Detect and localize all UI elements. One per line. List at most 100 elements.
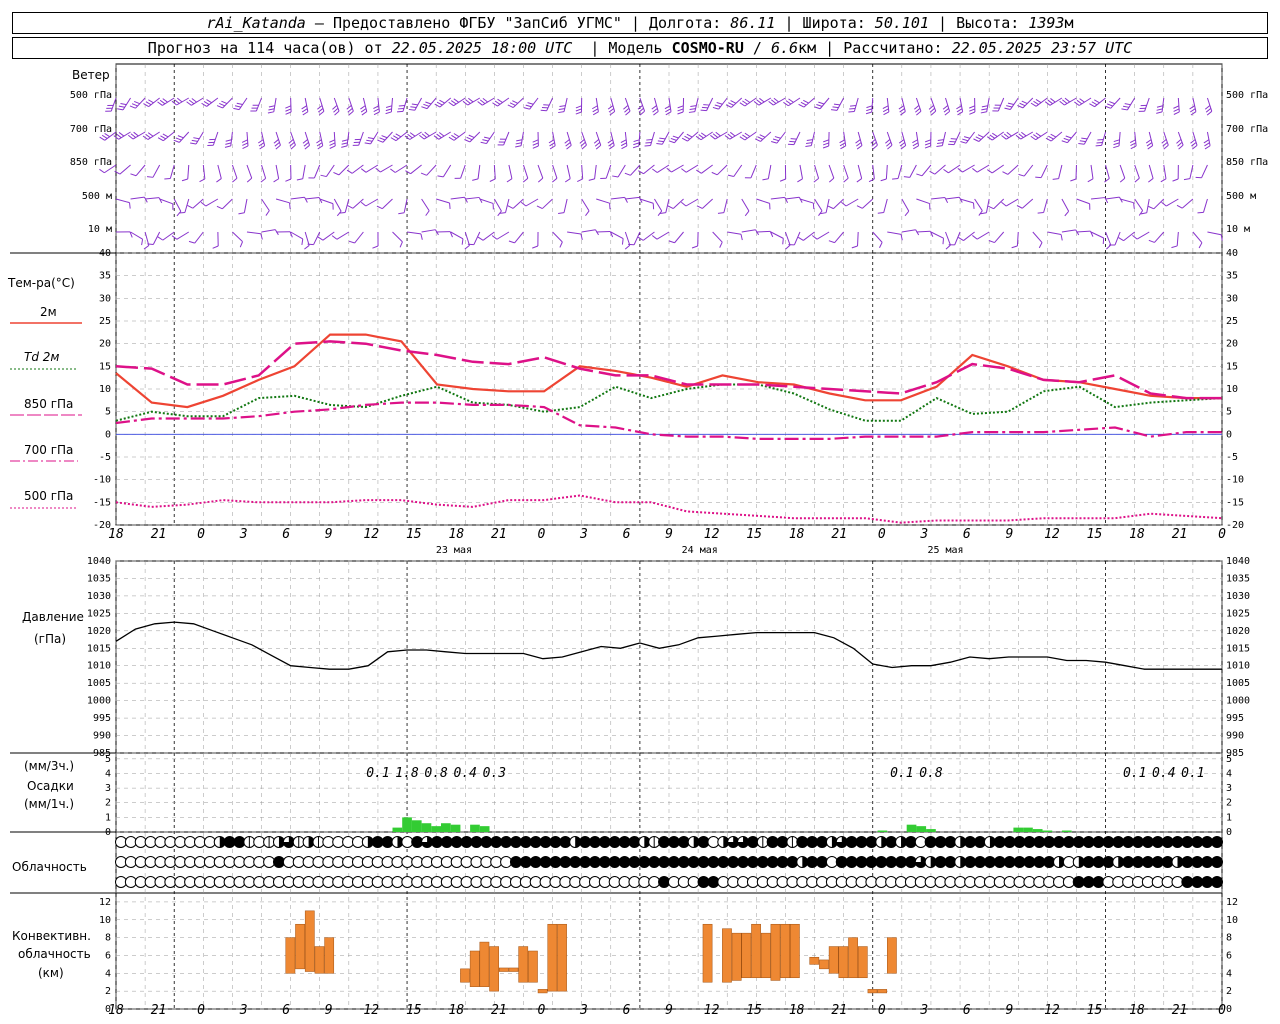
wind-barb-staff <box>169 164 175 179</box>
wind-barb-staff <box>986 97 990 112</box>
wind-barb-staff <box>1201 164 1208 178</box>
wind-barb-feather <box>877 212 884 214</box>
x-hour-label: 6 <box>282 527 290 542</box>
wind-barb-staff <box>453 131 466 141</box>
wind-barb-staff <box>1058 164 1063 179</box>
wind-barb-feather <box>1019 102 1026 107</box>
wind-barb-feather <box>1052 178 1059 180</box>
cloud-circle <box>934 856 947 868</box>
wind-barb-feather <box>727 174 734 177</box>
wind-barb-feather <box>1030 135 1036 141</box>
cloud-circle <box>993 856 1006 868</box>
cloud-circle <box>1092 856 1105 868</box>
wind-barb-feather <box>1148 205 1155 210</box>
wind-barb-feather <box>203 100 210 105</box>
wind-barb-feather <box>1096 141 1103 144</box>
wind-barb-feather <box>944 110 950 116</box>
wind-barb-feather <box>395 133 402 138</box>
wind-barb-feather <box>593 139 600 144</box>
cloud-circle <box>134 836 147 848</box>
wind-barb-feather <box>537 177 544 183</box>
wind-barb-feather <box>267 111 274 114</box>
wind-barb-feather <box>1087 178 1094 183</box>
cloud-circle <box>885 836 898 848</box>
wind-barb-feather <box>515 145 522 148</box>
cloud-circle <box>1102 876 1115 888</box>
wind-barb-feather <box>664 105 671 110</box>
wind-barb-feather <box>99 136 105 141</box>
conv-tick-left: 10 <box>99 915 111 926</box>
cloud-circle <box>806 856 819 868</box>
wind-barb-staff <box>1047 231 1062 236</box>
wind-barb-feather <box>667 205 674 209</box>
wind-barb-staff <box>733 164 743 177</box>
wind-barb-feather <box>1065 135 1072 139</box>
wind-barb-feather <box>851 245 858 249</box>
prec-tick-left: 3 <box>105 783 111 794</box>
wind-barb-feather <box>1018 133 1024 138</box>
wind-barb-feather <box>715 131 721 137</box>
convective-bar <box>460 968 470 983</box>
wind-barb-feather <box>146 176 154 178</box>
wind-barb-feather <box>797 178 803 183</box>
wind-barb-staff <box>727 231 742 235</box>
wind-barb-feather <box>800 101 807 106</box>
convective-bar <box>828 946 839 974</box>
prec-tick-left: 0 <box>105 827 111 838</box>
cloud-circle <box>322 876 335 888</box>
wind-barb-staff <box>336 231 350 240</box>
wind-barb-feather <box>341 145 348 148</box>
wind-barb-feather <box>1130 145 1137 150</box>
wind-barb-staff <box>845 198 859 207</box>
wind-barb-staff <box>1090 231 1104 239</box>
cloud-circle <box>223 876 236 888</box>
wind-barb-feather <box>912 142 919 147</box>
wind-barb-staff <box>872 164 875 179</box>
cloud-circle <box>154 876 167 888</box>
wind-barb-staff <box>770 231 784 239</box>
wind-barb-feather <box>900 145 906 150</box>
wind-barb-staff <box>909 164 917 178</box>
wind-barb-feather <box>242 142 248 146</box>
x-hour-label: 18 <box>108 1003 124 1018</box>
cloud-circle <box>164 876 177 888</box>
cloud-circle <box>430 836 443 848</box>
pres-tick-right: 1025 <box>1226 608 1250 619</box>
cloud-circle <box>559 876 572 888</box>
wind-barb-staff <box>473 231 481 245</box>
pres-tick-right: 1035 <box>1226 573 1250 584</box>
wind-barb-feather <box>288 138 294 144</box>
wind-barb-feather <box>1171 245 1178 249</box>
wind-barb-feather <box>99 168 105 174</box>
wind-barb-feather <box>131 103 138 107</box>
wind-barb-feather <box>551 177 558 183</box>
wind-barb-staff <box>594 164 597 179</box>
wind-barb-feather <box>712 106 719 110</box>
conv-tick-left: 8 <box>105 933 111 944</box>
conv-ylabel-2: облачность <box>18 947 91 961</box>
cloud-circle <box>993 876 1006 888</box>
cloud-circle <box>263 856 276 868</box>
wind-level-right: 500 гПа <box>1226 90 1268 101</box>
wind-barb-staff <box>1161 97 1165 112</box>
x-hour-label: 0 <box>538 1003 546 1018</box>
precip-bar <box>1023 827 1033 832</box>
wind-barb-feather <box>301 105 307 110</box>
wind-barb-feather <box>176 211 182 217</box>
wind-barb-feather <box>711 171 718 176</box>
wind-barb-feather <box>377 139 384 143</box>
wind-barb-staff <box>1094 97 1106 108</box>
wind-barb-staff <box>313 164 321 179</box>
wind-barb-feather <box>624 244 631 250</box>
convective-bar <box>722 928 732 983</box>
wind-barb-feather <box>145 133 151 139</box>
wind-barb-feather <box>360 168 367 173</box>
wind-barb-feather <box>855 139 861 144</box>
wind-barb-staff <box>1105 196 1120 200</box>
wind-barb-feather <box>1204 145 1211 150</box>
wind-barb-staff <box>496 231 510 240</box>
wind-level-right: 10 м <box>1226 224 1250 235</box>
wind-barb-feather <box>885 139 891 144</box>
wind-barb-staff <box>1146 198 1150 213</box>
wind-barb-feather <box>849 108 856 110</box>
